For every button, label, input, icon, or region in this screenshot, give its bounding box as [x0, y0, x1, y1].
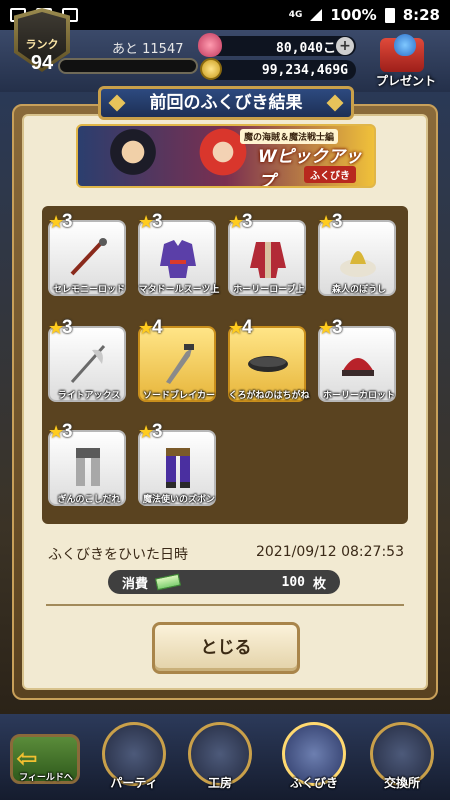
slime-icon	[394, 34, 416, 56]
nav-exchange-label: 交換所	[383, 776, 420, 790]
banner-small: ふくびき	[304, 166, 356, 183]
result-item[interactable]: ★ 3 ホーリーローブ上	[228, 211, 312, 308]
dialog-title-text: 前回のふくびき結果	[149, 93, 303, 113]
item-rarity: 3	[152, 211, 163, 232]
item-name: 森人のぼうし	[331, 285, 386, 295]
gold-coin-icon	[200, 58, 222, 80]
present-label: プレゼント	[375, 74, 436, 88]
exp-bar	[58, 58, 198, 74]
item-rarity: 3	[152, 421, 163, 442]
gold-balance: 99,234,469G	[204, 60, 356, 80]
nav-workshop-label: 工房	[207, 776, 232, 790]
network-type: 4G	[288, 10, 303, 20]
rank-label: ランク	[25, 38, 59, 51]
clock: 8:28	[402, 6, 440, 24]
item-rarity: 3	[242, 211, 253, 232]
hat-icon	[336, 236, 380, 280]
consume-bar: 消費 100 枚	[108, 570, 340, 594]
item-rarity: 3	[62, 421, 73, 442]
pickup-banner: 魔の海賊＆魔法戦士編 Wピックアップ ふくびき	[76, 124, 376, 188]
battery-icon	[384, 7, 395, 23]
nav-fukubiki-label: ふくびき	[289, 776, 338, 790]
item-name: くろがねのはちがね	[228, 391, 310, 401]
consume-unit: 枚	[312, 576, 326, 592]
consume-label: 消費	[122, 576, 149, 592]
nav-party-label: パーティ	[110, 776, 158, 790]
item-rarity: 3	[332, 211, 343, 232]
pants-icon	[156, 446, 200, 490]
item-rarity: 4	[152, 317, 163, 338]
result-item[interactable]: ★ 3 ライトアックス	[48, 317, 132, 414]
divider	[46, 604, 404, 606]
robe-icon	[246, 236, 290, 280]
draw-date-row: ふくびきをひいた日時 2021/09/12 08:27:53	[48, 544, 404, 564]
signal-icon	[310, 9, 323, 21]
bottom-nav: ⇦ フィールドへ パーティ 工房 ふくびき 交換所	[0, 714, 450, 800]
item-name: セレモニーロッド	[52, 285, 125, 295]
nav-field[interactable]: ⇦ フィールドへ	[4, 720, 88, 798]
gem-balance: 80,040こ	[204, 36, 356, 56]
result-item[interactable]: ★ 3 ホーリーカロット	[318, 317, 402, 414]
item-rarity: 4	[242, 317, 253, 338]
item-name: ソードブレイカー	[142, 391, 215, 401]
battery-percent: 100%	[330, 6, 377, 24]
headband-icon	[246, 342, 290, 386]
pirate-hero-art	[98, 128, 168, 186]
result-item[interactable]: ★ 3 ぎんのこしだれ	[48, 421, 132, 518]
close-button[interactable]: とじる	[152, 622, 300, 674]
item-rarity: 3	[62, 211, 73, 232]
suit-icon	[156, 236, 200, 280]
item-name: ライトアックス	[57, 391, 121, 401]
item-name: ホーリーローブ上	[233, 285, 305, 295]
axe-icon	[66, 342, 110, 386]
draw-date-value: 2021/09/12 08:27:53	[255, 544, 404, 560]
gem-icon	[198, 33, 222, 57]
ornament-icon	[326, 94, 344, 112]
ticket-icon	[155, 573, 182, 591]
item-name: マタドールスーツ上	[138, 285, 220, 295]
cap-icon	[336, 342, 380, 386]
present-button[interactable]: プレゼント	[366, 34, 446, 90]
consume-count: 100	[281, 574, 305, 590]
item-rarity: 3	[332, 317, 343, 338]
exp-remaining: あと 11547	[112, 42, 184, 57]
sword-icon	[156, 342, 200, 386]
rod-icon	[66, 236, 110, 280]
nav-workshop[interactable]: 工房	[178, 720, 262, 798]
item-name: 魔法使いのズボン	[142, 495, 215, 505]
add-gems-button[interactable]: +	[336, 37, 354, 55]
nav-field-label: フィールドへ	[19, 773, 73, 783]
result-item[interactable]: ★ 4 くろがねのはちがね	[228, 317, 312, 414]
result-item[interactable]: ★ 3 森人のぼうし	[318, 211, 402, 308]
item-rarity: 3	[62, 317, 73, 338]
result-item[interactable]: ★ 4 ソードブレイカー	[138, 317, 222, 414]
item-name: ホーリーカロット	[322, 391, 395, 401]
nav-fukubiki[interactable]: ふくびき	[272, 720, 356, 798]
dialog-title: 前回のふくびき結果	[98, 86, 354, 120]
draw-date-label: ふくびきをひいた日時	[48, 547, 188, 563]
item-name: ぎんのこしだれ	[57, 495, 121, 505]
nav-party[interactable]: パーティ	[92, 720, 176, 798]
ornament-icon	[108, 94, 126, 112]
greaves-icon	[66, 446, 110, 490]
nav-exchange[interactable]: 交換所	[360, 720, 444, 798]
result-item[interactable]: ★ 3 セレモニーロッド	[48, 211, 132, 308]
result-item[interactable]: ★ 3 魔法使いのズボン	[138, 421, 222, 518]
result-item[interactable]: ★ 3 マタドールスーツ上	[138, 211, 222, 308]
